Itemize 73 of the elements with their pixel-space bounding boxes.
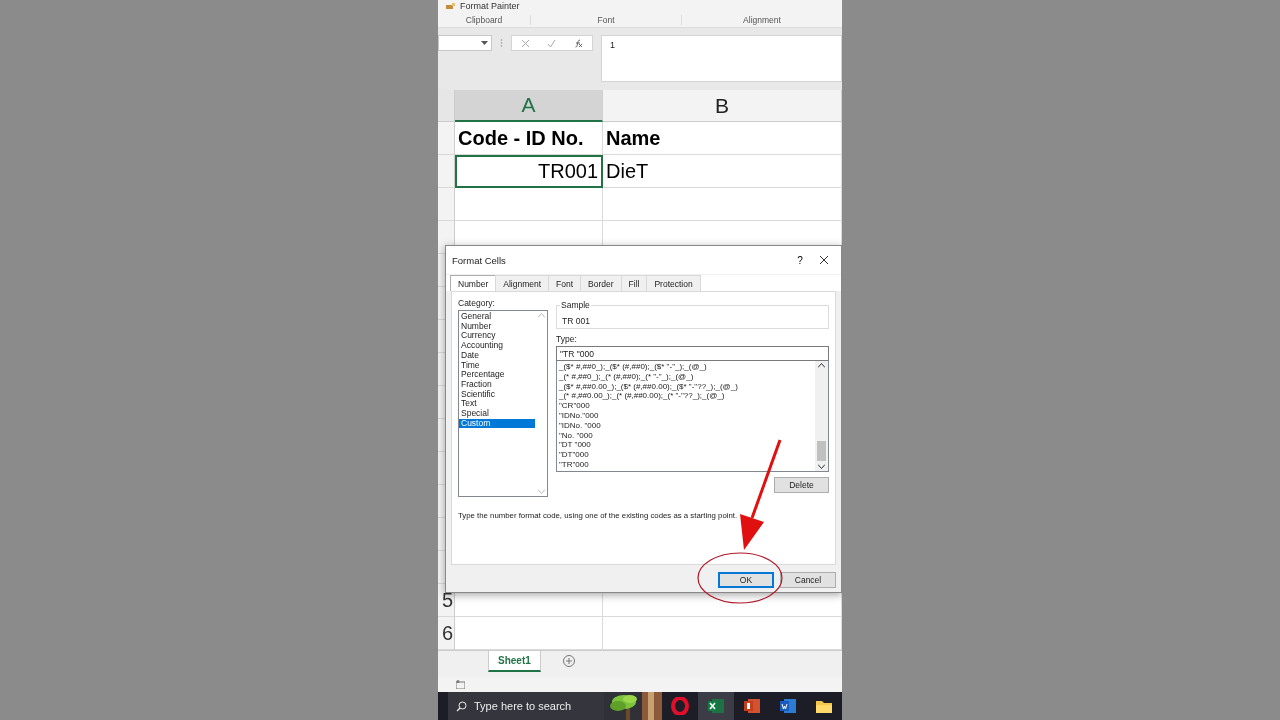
row-number: 6 [441, 621, 454, 645]
format-item[interactable]: "TR"000 [559, 459, 815, 470]
dialog-tab[interactable]: Alignment [495, 275, 550, 291]
search-icon [456, 700, 467, 712]
dialog-tab[interactable]: Border [580, 275, 622, 291]
type-field[interactable]: "TR "000 [556, 346, 829, 361]
sample-label: Sample [560, 300, 591, 310]
format-item[interactable]: "DT"000 [559, 450, 815, 460]
format-list[interactable] [556, 361, 829, 472]
column-header[interactable]: A [455, 90, 603, 122]
category-item[interactable]: Date [459, 350, 535, 361]
delete-button[interactable]: Delete [774, 477, 829, 493]
dialog-tab[interactable]: Number [450, 275, 497, 291]
format-item[interactable]: _(* #,##0_);_(* (#,##0);_(* "-"_);_(@_) [559, 371, 815, 382]
search-field[interactable]: Type here to search [448, 692, 604, 720]
dialog-tab[interactable]: Font [548, 275, 582, 291]
group-label: Font [597, 14, 615, 25]
formula-field[interactable]: 1 [601, 35, 842, 82]
sheet-tab[interactable]: Sheet1 [488, 651, 541, 672]
scrollbar-thumb[interactable] [817, 441, 826, 461]
ring-icon[interactable] [671, 697, 689, 715]
close-icon[interactable] [819, 255, 829, 265]
category-item[interactable]: Accounting [459, 341, 535, 351]
function-icon[interactable] [574, 38, 584, 48]
table-cell: TR001 [455, 155, 603, 188]
format-item[interactable]: _(* #,##0.00_);_(* (#,##0.00);_(* "-"??_);_(@_) [559, 391, 815, 402]
group-label: Alignment [743, 14, 781, 25]
row-number: 5 [441, 588, 454, 612]
scroll-down-icon[interactable] [818, 464, 825, 469]
paintbrush-icon [446, 1, 456, 11]
table-cell: DieT [603, 155, 842, 188]
category-item[interactable]: Currency [459, 331, 535, 342]
format-painter-button[interactable]: Format Painter [460, 1, 520, 11]
category-label: Category: [458, 298, 496, 308]
category-item[interactable]: Number [459, 321, 535, 332]
macro-icon[interactable] [456, 680, 465, 689]
grip-icon [500, 38, 503, 48]
format-item[interactable]: _($* #,##0.00_);_($* (#,##0.00);_($* "-"??_);_(@_) [559, 381, 815, 392]
category-item[interactable]: Text [459, 399, 535, 410]
format-item[interactable]: "CR"000 [559, 401, 815, 411]
category-list[interactable]: General Number Currency Accounting Date Time Percentage Fraction Scientific Text Special Custom [458, 310, 548, 497]
format-item[interactable]: "DT "000 [559, 440, 815, 451]
sample-text: TR 001 [562, 316, 590, 326]
format-item[interactable]: "IDNo."000 [559, 411, 815, 421]
column-header[interactable]: B [603, 90, 842, 122]
cancel-icon[interactable] [520, 38, 530, 48]
category-item[interactable]: Special [459, 409, 535, 419]
format-item[interactable]: _($* #,##0_);_($* (#,##0);_($* "-"_);_(@_) [559, 362, 815, 372]
table-cell: Code - ID No. [455, 122, 603, 155]
table-cell: Name [603, 122, 842, 155]
scroll-up-icon[interactable] [818, 363, 825, 368]
ok-button[interactable]: OK [718, 572, 774, 588]
category-item[interactable]: Fraction [459, 379, 535, 390]
cancel-button[interactable]: Cancel [780, 572, 836, 588]
row-header[interactable]: 6 [438, 617, 455, 650]
format-item[interactable]: "IDNo. "000 [559, 420, 815, 431]
caret-icon [481, 41, 488, 45]
dialog-tab[interactable]: Protection [646, 275, 701, 291]
check-icon[interactable] [547, 38, 557, 48]
category-item[interactable]: General [459, 312, 535, 322]
add-sheet-icon[interactable] [562, 655, 575, 667]
category-item[interactable]: Scientific [459, 389, 535, 400]
group-label: Clipboard [465, 14, 503, 25]
category-item[interactable]: Time [459, 360, 535, 371]
document-icon[interactable] [779, 697, 797, 715]
spreadsheet-icon[interactable] [707, 697, 725, 715]
presentation-icon[interactable] [743, 697, 761, 715]
format-item[interactable]: "No. "000 [559, 430, 815, 441]
type-label: Type: [556, 334, 578, 344]
category-item[interactable]: Custom [459, 418, 535, 429]
category-item[interactable]: Percentage [459, 370, 535, 380]
help-button[interactable]: ? [787, 254, 813, 266]
dialog-title: Format Cells [452, 254, 507, 266]
